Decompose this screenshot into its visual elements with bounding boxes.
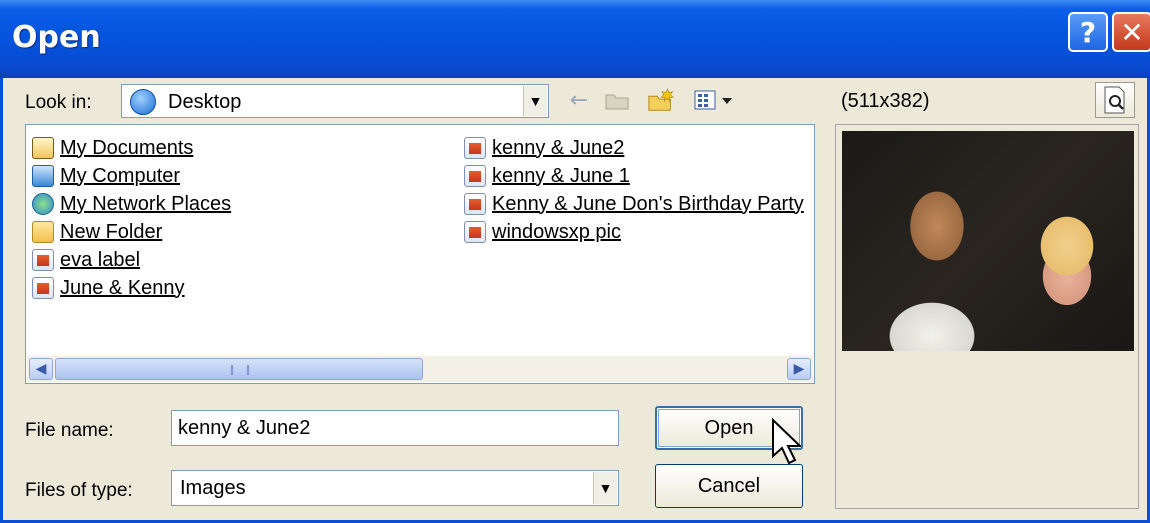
list-item-label: kenny & June2 — [492, 136, 625, 159]
mouse-cursor-icon — [772, 418, 801, 465]
window-title: Open — [12, 20, 101, 55]
list-item-label: New Folder — [60, 220, 163, 243]
image-file-icon — [464, 165, 486, 187]
look-in-value: Desktop — [168, 91, 242, 113]
image-file-icon — [464, 221, 486, 243]
scroll-right-icon[interactable]: ▶ — [787, 358, 811, 380]
list-item[interactable]: eva label — [32, 247, 140, 273]
cancel-button[interactable]: Cancel — [655, 464, 803, 508]
preview-dimensions: (511x382) — [841, 90, 930, 112]
list-item-label: My Network Places — [60, 192, 232, 215]
folder-icon — [32, 221, 54, 243]
open-dialog: Open ? ✕ Look in: Desktop ▼ ← (511x382) … — [0, 0, 1150, 523]
file-name-label: File name: — [25, 420, 114, 441]
back-arrow-icon[interactable]: ← — [565, 86, 593, 114]
preview-magnifier-icon[interactable] — [1095, 82, 1135, 118]
list-item-label: My Documents — [60, 136, 194, 159]
list-item[interactable]: windowsxp pic — [464, 219, 621, 245]
list-item[interactable]: New Folder — [32, 219, 162, 245]
chevron-down-icon[interactable]: ▼ — [523, 86, 547, 116]
list-item[interactable]: June & Kenny — [32, 275, 185, 301]
look-in-dropdown[interactable]: Desktop ▼ — [121, 84, 549, 118]
view-menu-icon[interactable] — [693, 86, 735, 114]
chevron-down-icon[interactable]: ▼ — [593, 472, 617, 504]
my-documents-icon — [32, 137, 54, 159]
list-item-label: eva label — [60, 248, 141, 271]
desktop-icon — [130, 89, 156, 115]
preview-pane — [835, 124, 1139, 509]
list-item[interactable]: kenny & June 1 — [464, 163, 630, 189]
horizontal-scrollbar[interactable]: ◀ ▶ — [27, 356, 813, 382]
list-item-label: My Computer — [60, 164, 181, 187]
help-button[interactable]: ? — [1068, 12, 1108, 52]
files-of-type-label: Files of type: — [25, 480, 133, 501]
list-item[interactable]: My Documents — [32, 135, 193, 161]
list-item[interactable]: kenny & June2 — [464, 135, 624, 161]
file-list[interactable]: My Documents My Computer My Network Plac… — [25, 124, 815, 384]
network-places-icon — [32, 193, 54, 215]
image-file-icon — [464, 193, 486, 215]
scroll-thumb[interactable] — [55, 358, 423, 380]
list-item[interactable]: My Network Places — [32, 191, 231, 217]
image-file-icon — [32, 249, 54, 271]
new-folder-icon[interactable] — [647, 86, 675, 114]
look-in-label: Look in: — [25, 92, 92, 113]
list-item-label: Kenny & June Don's Birthday Party — [492, 192, 804, 215]
list-item[interactable]: Kenny & June Don's Birthday Party — [464, 191, 804, 217]
image-file-icon — [32, 277, 54, 299]
files-of-type-value: Images — [180, 477, 246, 499]
list-item-label: windowsxp pic — [492, 220, 621, 243]
image-file-icon — [464, 137, 486, 159]
scroll-left-icon[interactable]: ◀ — [29, 358, 53, 380]
title-bar[interactable]: Open ? ✕ — [0, 0, 1150, 78]
up-folder-icon[interactable] — [603, 86, 631, 114]
file-name-input[interactable]: kenny & June2 — [171, 410, 619, 446]
list-item-label: June & Kenny — [60, 276, 185, 299]
files-of-type-dropdown[interactable]: Images ▼ — [171, 470, 619, 506]
close-button[interactable]: ✕ — [1112, 12, 1150, 52]
preview-photo — [842, 131, 1134, 351]
list-item[interactable]: My Computer — [32, 163, 180, 189]
grip-icon — [231, 365, 249, 375]
my-computer-icon — [32, 165, 54, 187]
list-item-label: kenny & June 1 — [492, 164, 630, 187]
